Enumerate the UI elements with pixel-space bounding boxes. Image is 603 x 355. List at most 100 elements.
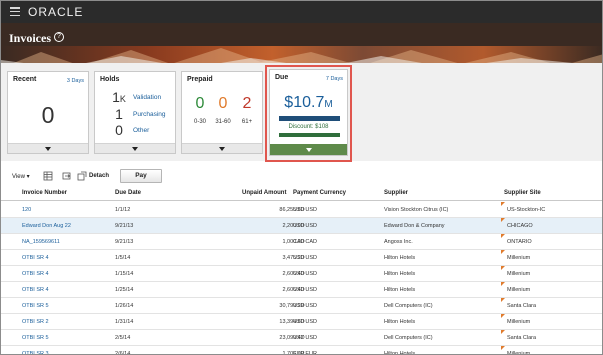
cell-currency: USD — [293, 287, 305, 293]
due-amount-bar — [279, 116, 340, 121]
table-row[interactable]: NA_159569611 9/21/13 1,000.00 CAD CAD Angoss… — [1, 234, 602, 250]
prepaid-61-plus-count[interactable]: 2 — [237, 95, 257, 113]
cell-due: 1/5/14 — [115, 255, 131, 261]
supplier-site-flag-icon — [501, 250, 505, 254]
cell-invoice[interactable]: OTBI SR 2 — [22, 319, 49, 325]
cell-invoice[interactable]: NA_159569611 — [22, 239, 60, 245]
cell-due: 1/15/14 — [115, 271, 134, 277]
cell-currency: USD — [293, 207, 305, 213]
prepaid-0-30-label: 0-30 — [193, 119, 206, 125]
supplier-site-flag-icon — [501, 346, 505, 350]
tile-recent[interactable]: Recent 3 Days 0 — [7, 71, 89, 154]
cell-supplier: Angoss Inc. — [384, 239, 413, 245]
col-payment-currency[interactable]: Payment Currency — [293, 190, 346, 196]
table-row[interactable]: OTBI SR 5 2/5/14 23,099.47 USD USD Dell Comp… — [1, 330, 602, 346]
cell-supplier: Hilton Hotels — [384, 351, 416, 355]
table-row[interactable]: OTBI SR 4 1/25/14 2,606.40 USD USD Hilton Ho… — [1, 282, 602, 298]
global-header: ORACLE — [1, 1, 602, 23]
cell-site: Millenium — [507, 271, 531, 277]
due-discount-bar — [279, 133, 340, 137]
cell-invoice[interactable]: OTBI SR 5 — [22, 335, 49, 341]
table-row[interactable]: OTBI SR 3 2/6/14 1,706.00 EUR EUR Hilton Hot… — [1, 346, 602, 355]
table-row[interactable]: Edward Don Aug 22 9/21/13 2,200.00 USD USD E… — [1, 218, 602, 234]
tile-recent-range[interactable]: 3 Days — [67, 78, 84, 84]
menu-icon[interactable] — [10, 7, 20, 17]
tile-due[interactable]: Due 7 Days $10.7M Discount: $108 — [269, 69, 348, 156]
cell-invoice[interactable]: OTBI SR 4 — [22, 271, 49, 277]
tile-recent-expand[interactable] — [8, 143, 88, 153]
table-header: Invoice Number Due Date Unpaid Amount Pa… — [1, 187, 602, 201]
cell-site: Millenium — [507, 351, 531, 355]
tile-due-expand[interactable] — [270, 144, 347, 155]
chevron-down-icon — [45, 147, 51, 151]
cell-invoice[interactable]: Edward Don Aug 22 — [22, 223, 71, 229]
invoices-window: ORACLE Invoices ? Recent 3 Days 0 Holds — [0, 0, 603, 355]
cell-invoice[interactable]: OTBI SR 5 — [22, 303, 49, 309]
tile-prepaid[interactable]: Prepaid 0 0 2 0-30 31-60 61+ — [181, 71, 263, 154]
chevron-down-icon — [219, 147, 225, 151]
cell-site: ONTARIO — [507, 239, 532, 245]
cell-currency: USD — [293, 303, 305, 309]
cell-invoice[interactable]: 120 — [22, 207, 31, 213]
col-supplier-site[interactable]: Supplier Site — [504, 190, 541, 196]
cell-invoice[interactable]: OTBI SR 4 — [22, 287, 49, 293]
cell-due: 9/21/13 — [115, 239, 134, 245]
due-discount: Discount: $108 — [288, 124, 329, 130]
cell-currency: CAD — [293, 239, 305, 245]
col-due-date[interactable]: Due Date — [115, 190, 141, 196]
tile-holds[interactable]: Holds 1K Validation 1 Purchasing 0 Other — [94, 71, 176, 154]
supplier-site-flag-icon — [501, 314, 505, 318]
prepaid-0-30-count[interactable]: 0 — [190, 95, 210, 113]
chevron-down-icon — [305, 148, 312, 152]
detach-button[interactable]: Detach — [89, 173, 109, 179]
table-row[interactable]: OTBI SR 2 1/31/14 13,394.80 USD USD Hilton H… — [1, 314, 602, 330]
help-icon[interactable]: ? — [54, 32, 64, 42]
view-menu[interactable]: View ▾ — [12, 173, 30, 180]
table-row[interactable]: 120 1/1/12 86,255.80 USD USD Vision Stockton… — [1, 202, 602, 218]
table-row[interactable]: OTBI SR 4 1/15/14 2,606.40 USD USD Hilton Ho… — [1, 266, 602, 282]
cell-supplier: Dell Computers (IC) — [384, 303, 433, 309]
cell-currency: USD — [293, 335, 305, 341]
table-row[interactable]: OTBI SR 4 1/5/14 3,475.20 USD USD Hilton Hot… — [1, 250, 602, 266]
cell-supplier: Hilton Hotels — [384, 319, 416, 325]
cell-currency: USD — [293, 255, 305, 261]
supplier-site-flag-icon — [501, 218, 505, 222]
tile-due-range[interactable]: 7 Days — [326, 76, 343, 82]
tile-prepaid-title: Prepaid — [187, 76, 213, 83]
holds-other-link[interactable]: Other — [133, 127, 149, 134]
cell-invoice[interactable]: OTBI SR 3 — [22, 351, 49, 354]
tile-prepaid-expand[interactable] — [182, 143, 262, 153]
cell-invoice[interactable]: OTBI SR 4 — [22, 255, 49, 261]
tile-holds-expand[interactable] — [95, 143, 175, 153]
cell-currency: USD — [293, 271, 305, 277]
cell-supplier: Hilton Hotels — [384, 287, 416, 293]
col-unpaid-amount[interactable]: Unpaid Amount — [242, 190, 286, 196]
holds-validation-link[interactable]: Validation — [133, 94, 161, 101]
col-invoice-number[interactable]: Invoice Number — [22, 190, 67, 196]
table-row[interactable]: OTBI SR 5 1/26/14 30,799.29 USD USD Dell Com… — [1, 298, 602, 314]
freeze-columns-icon[interactable] — [43, 171, 53, 181]
prepaid-31-60-count[interactable]: 0 — [213, 95, 233, 113]
pay-button[interactable]: Pay — [120, 169, 162, 183]
col-supplier[interactable]: Supplier — [384, 190, 408, 196]
due-amount[interactable]: $10.7M — [270, 94, 347, 112]
wrap-icon[interactable] — [62, 171, 72, 181]
holds-purchasing-link[interactable]: Purchasing — [133, 111, 166, 118]
tile-recent-count: 0 — [41, 102, 55, 128]
holds-other-count: 0 — [115, 122, 123, 138]
cell-site: Millenium — [507, 287, 531, 293]
cell-currency: USD — [293, 223, 305, 229]
supplier-site-flag-icon — [501, 234, 505, 238]
cell-supplier: Hilton Hotels — [384, 271, 416, 277]
detach-icon[interactable] — [77, 171, 87, 181]
table-toolbar: View ▾ Detach Pay — [1, 166, 602, 188]
cell-supplier: Edward Don & Company — [384, 223, 445, 229]
chevron-down-icon — [132, 147, 138, 151]
cell-due: 1/1/12 — [115, 207, 131, 213]
cell-due: 2/6/14 — [115, 351, 131, 355]
tile-holds-title: Holds — [100, 76, 120, 83]
tile-due-title: Due — [275, 74, 289, 81]
cell-site: Millenium — [507, 319, 531, 325]
cell-supplier: Dell Computers (IC) — [384, 335, 433, 341]
cell-site: Millenium — [507, 255, 531, 261]
